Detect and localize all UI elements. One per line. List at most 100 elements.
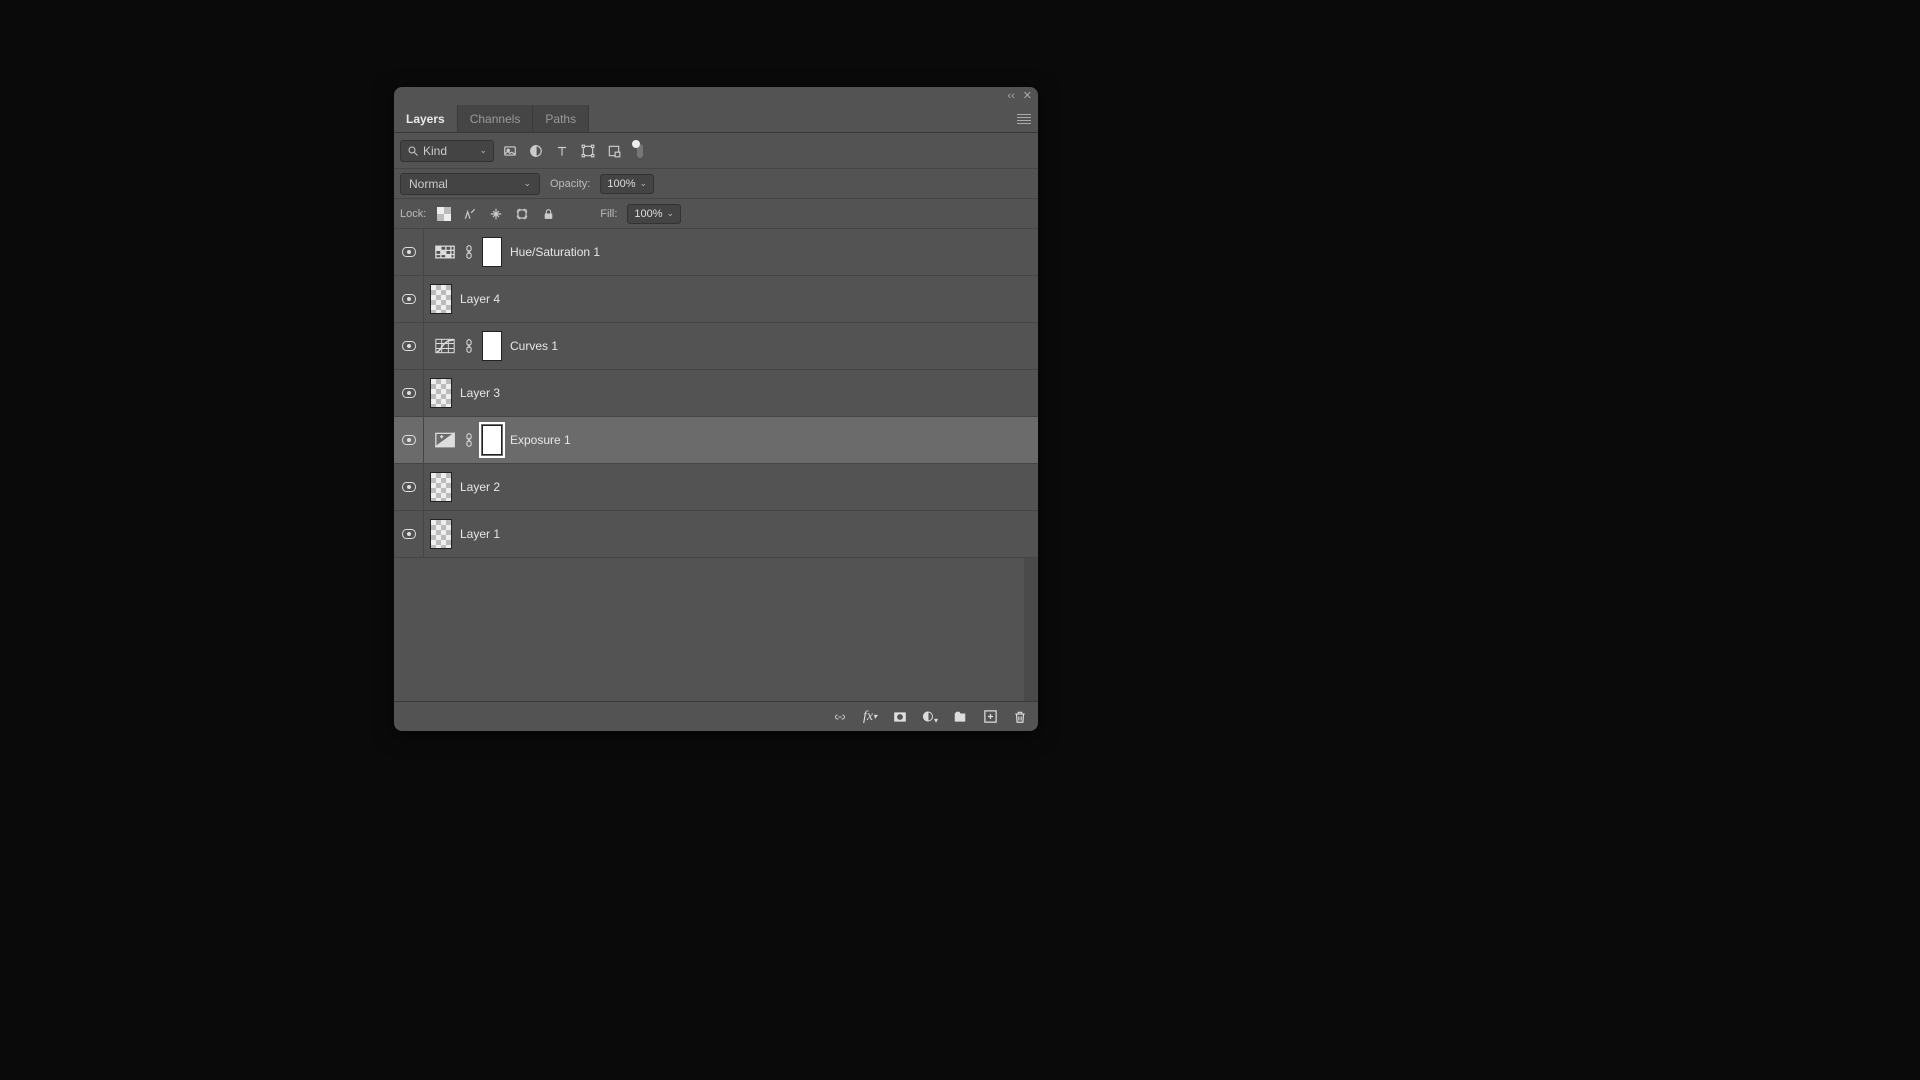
layer-visibility-toggle[interactable] xyxy=(394,464,424,510)
opacity-input[interactable]: 100% ⌄ xyxy=(600,174,654,194)
delete-layer-icon[interactable] xyxy=(1012,709,1028,725)
tab-paths-label: Paths xyxy=(545,112,576,126)
lock-artboard-icon[interactable] xyxy=(514,206,530,222)
add-mask-icon[interactable] xyxy=(892,709,908,725)
collapse-panel-icon[interactable]: ‹‹ xyxy=(1007,91,1014,102)
layer-row[interactable]: Hue/Saturation 1 xyxy=(394,229,1038,276)
layer-body: Hue/Saturation 1 xyxy=(424,229,1038,275)
filter-shape-layers-icon[interactable] xyxy=(580,143,596,159)
layer-name-label[interactable]: Layer 2 xyxy=(460,480,500,494)
filter-type-icons xyxy=(502,143,648,159)
opacity-label: Opacity: xyxy=(550,178,590,190)
layer-row[interactable]: Layer 1 xyxy=(394,511,1038,558)
opacity-value: 100% xyxy=(607,178,635,190)
layer-visibility-toggle[interactable] xyxy=(394,511,424,557)
layer-name-label[interactable]: Hue/Saturation 1 xyxy=(510,245,600,259)
chevron-down-icon: ⌄ xyxy=(640,178,648,189)
eye-icon xyxy=(402,435,416,445)
tab-paths[interactable]: Paths xyxy=(533,105,589,132)
filter-adjustment-layers-icon[interactable] xyxy=(528,143,544,159)
layer-visibility-toggle[interactable] xyxy=(394,276,424,322)
lock-icons xyxy=(436,206,556,222)
filter-smart-object-icon[interactable] xyxy=(606,143,622,159)
chevron-down-icon: ⌄ xyxy=(479,145,487,156)
layer-visibility-toggle[interactable] xyxy=(394,323,424,369)
eye-icon xyxy=(402,247,416,257)
layer-body: Layer 1 xyxy=(424,511,1038,557)
tabs-spacer xyxy=(589,105,1010,132)
tab-channels[interactable]: Channels xyxy=(458,105,534,132)
layer-row[interactable]: Layer 2 xyxy=(394,464,1038,511)
new-layer-icon[interactable] xyxy=(982,709,998,725)
layer-effects-icon[interactable]: fx▾ xyxy=(862,709,878,725)
mask-link-icon[interactable] xyxy=(464,245,474,259)
layer-thumbnail[interactable] xyxy=(430,284,452,314)
layer-thumbnail[interactable] xyxy=(430,519,452,549)
fill-label: Fill: xyxy=(600,208,617,220)
layer-thumbnail[interactable] xyxy=(430,378,452,408)
lock-all-icon[interactable] xyxy=(540,206,556,222)
chevron-down-icon: ⌄ xyxy=(523,178,531,189)
filter-pixel-layers-icon[interactable] xyxy=(502,143,518,159)
layer-body: Exposure 1 xyxy=(424,417,1038,463)
close-panel-icon[interactable]: ✕ xyxy=(1023,91,1032,102)
mask-link-icon[interactable] xyxy=(464,339,474,353)
layer-body: Curves 1 xyxy=(424,323,1038,369)
layer-visibility-toggle[interactable] xyxy=(394,229,424,275)
mask-link-icon[interactable] xyxy=(464,433,474,447)
tab-layers[interactable]: Layers xyxy=(394,105,458,132)
layer-mask-thumbnail[interactable] xyxy=(482,425,502,455)
layer-visibility-toggle[interactable] xyxy=(394,417,424,463)
layer-mask-thumbnail[interactable] xyxy=(482,331,502,361)
eye-icon xyxy=(402,529,416,539)
link-layers-icon[interactable] xyxy=(832,709,848,725)
layer-body: Layer 2 xyxy=(424,464,1038,510)
lock-position-icon[interactable] xyxy=(488,206,504,222)
layers-bottom-toolbar: fx▾ ▾ xyxy=(394,701,1038,731)
new-group-icon[interactable] xyxy=(952,709,968,725)
layer-row[interactable]: Layer 3 xyxy=(394,370,1038,417)
fill-input[interactable]: 100% ⌄ xyxy=(627,204,681,224)
blend-mode-select[interactable]: Normal ⌄ xyxy=(400,173,540,195)
blend-opacity-row: Normal ⌄ Opacity: 100% ⌄ xyxy=(394,169,1038,199)
layer-name-label[interactable]: Layer 1 xyxy=(460,527,500,541)
layer-row[interactable]: Curves 1 xyxy=(394,323,1038,370)
new-adjustment-layer-icon[interactable]: ▾ xyxy=(922,709,938,725)
filter-kind-select[interactable]: Kind ⌄ xyxy=(400,140,494,162)
hue-saturation-adjustment-icon[interactable] xyxy=(434,243,456,261)
filter-type-layers-icon[interactable] xyxy=(554,143,570,159)
search-icon xyxy=(407,145,419,157)
layer-name-label[interactable]: Layer 3 xyxy=(460,386,500,400)
eye-icon xyxy=(402,341,416,351)
panel-top-controls: ‹‹ ✕ xyxy=(394,87,1038,105)
layer-filter-row: Kind ⌄ xyxy=(394,133,1038,169)
panel-tabs: Layers Channels Paths xyxy=(394,105,1038,133)
layer-body: Layer 4 xyxy=(424,276,1038,322)
lock-pixels-icon[interactable] xyxy=(462,206,478,222)
layer-row[interactable]: Exposure 1 xyxy=(394,417,1038,464)
chevron-down-icon: ⌄ xyxy=(667,208,675,219)
exposure-adjustment-icon[interactable] xyxy=(434,431,456,449)
tab-layers-label: Layers xyxy=(406,112,445,126)
tab-channels-label: Channels xyxy=(470,112,521,126)
filter-toggle-switch[interactable] xyxy=(632,143,648,159)
layer-visibility-toggle[interactable] xyxy=(394,370,424,416)
lock-label: Lock: xyxy=(400,208,426,220)
layers-empty-area[interactable] xyxy=(394,558,1038,701)
layer-name-label[interactable]: Exposure 1 xyxy=(510,433,571,447)
layers-panel: ‹‹ ✕ Layers Channels Paths Kind ⌄ xyxy=(394,87,1038,731)
curves-adjustment-icon[interactable] xyxy=(434,337,456,355)
lock-transparency-icon[interactable] xyxy=(436,206,452,222)
layers-list: Hue/Saturation 1 Layer 4 Curves 1 Layer 3 Ex… xyxy=(394,229,1038,558)
layer-name-label[interactable]: Curves 1 xyxy=(510,339,558,353)
hamburger-icon xyxy=(1017,114,1031,124)
layer-body: Layer 3 xyxy=(424,370,1038,416)
layer-thumbnail[interactable] xyxy=(430,472,452,502)
filter-kind-label: Kind xyxy=(423,144,447,158)
layer-name-label[interactable]: Layer 4 xyxy=(460,292,500,306)
panel-menu-button[interactable] xyxy=(1010,105,1038,132)
eye-icon xyxy=(402,482,416,492)
eye-icon xyxy=(402,388,416,398)
layer-mask-thumbnail[interactable] xyxy=(482,237,502,267)
layer-row[interactable]: Layer 4 xyxy=(394,276,1038,323)
